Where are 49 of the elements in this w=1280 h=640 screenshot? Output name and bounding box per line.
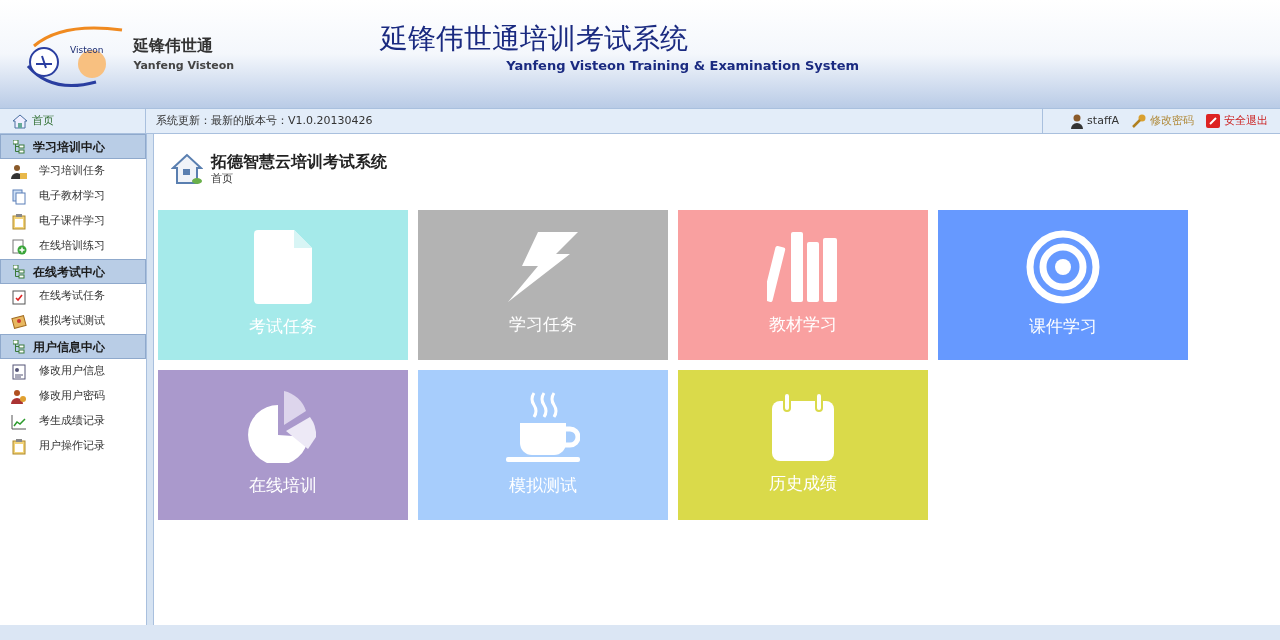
tree-icon: [13, 139, 25, 154]
id-card-icon: [11, 363, 27, 380]
note-icon: [11, 313, 27, 330]
sidebar-item[interactable]: 修改用户密码: [0, 384, 146, 409]
sidebar-item[interactable]: 修改用户信息: [0, 359, 146, 384]
home-link[interactable]: 首页: [0, 109, 146, 133]
breadcrumb: 首页: [211, 172, 234, 186]
target-icon: [1026, 230, 1100, 304]
line-chart-icon: [11, 413, 27, 430]
sidebar-item[interactable]: 学习培训任务: [0, 159, 146, 184]
sidebar-section-header[interactable]: 学习培训中心: [0, 134, 146, 159]
sidebar-item[interactable]: 电子课件学习: [0, 209, 146, 234]
document-icon: [254, 230, 312, 304]
user-key-icon: [11, 388, 27, 405]
tree-icon: [13, 264, 25, 279]
user-icon: [11, 163, 27, 180]
add-document-icon: [11, 238, 27, 255]
system-title: 延锋伟世通培训考试系统: [380, 20, 690, 56]
clipboard-icon: [11, 438, 27, 455]
home-icon: [171, 152, 203, 185]
documents-icon: [11, 188, 27, 205]
username: staffA: [1087, 112, 1119, 129]
books-icon: [767, 232, 839, 302]
brand-name-english: Yanfeng Visteon: [133, 57, 235, 74]
sidebar-item[interactable]: 在线培训练习: [0, 234, 146, 259]
sidebar-item[interactable]: 模拟考试测试: [0, 309, 146, 334]
home-icon: [12, 113, 28, 129]
sidebar-splitter[interactable]: [146, 134, 154, 625]
sidebar-section-header[interactable]: 用户信息中心: [0, 334, 146, 359]
checklist-icon: [11, 288, 27, 305]
brand-name: 延锋伟世通: [133, 34, 215, 57]
tree-icon: [13, 339, 25, 354]
logo-text: Visteon: [70, 44, 104, 58]
sidebar-section-header[interactable]: 在线考试中心: [0, 259, 146, 284]
sidebar-item[interactable]: 考生成绩记录: [0, 409, 146, 434]
key-icon: [1131, 113, 1146, 129]
system-title-english: Yanfeng Visteon Training & Examination System: [506, 56, 860, 75]
page-title: 拓德智慧云培训考试系统: [211, 152, 387, 172]
version-notice: 系统更新：最新的版本号：V1.0.20130426: [155, 112, 374, 129]
sidebar-item[interactable]: 电子教材学习: [0, 184, 146, 209]
sidebar-item[interactable]: 在线考试任务: [0, 284, 146, 309]
user-icon: [1071, 113, 1084, 129]
sidebar-item[interactable]: 用户操作记录: [0, 434, 146, 459]
coffee-cup-icon: [506, 391, 580, 463]
calendar-icon: [772, 393, 834, 461]
lightning-icon: [508, 232, 578, 302]
clipboard-icon: [11, 213, 27, 230]
logout-icon: [1206, 114, 1220, 128]
logout-link[interactable]: 安全退出: [1224, 112, 1268, 130]
